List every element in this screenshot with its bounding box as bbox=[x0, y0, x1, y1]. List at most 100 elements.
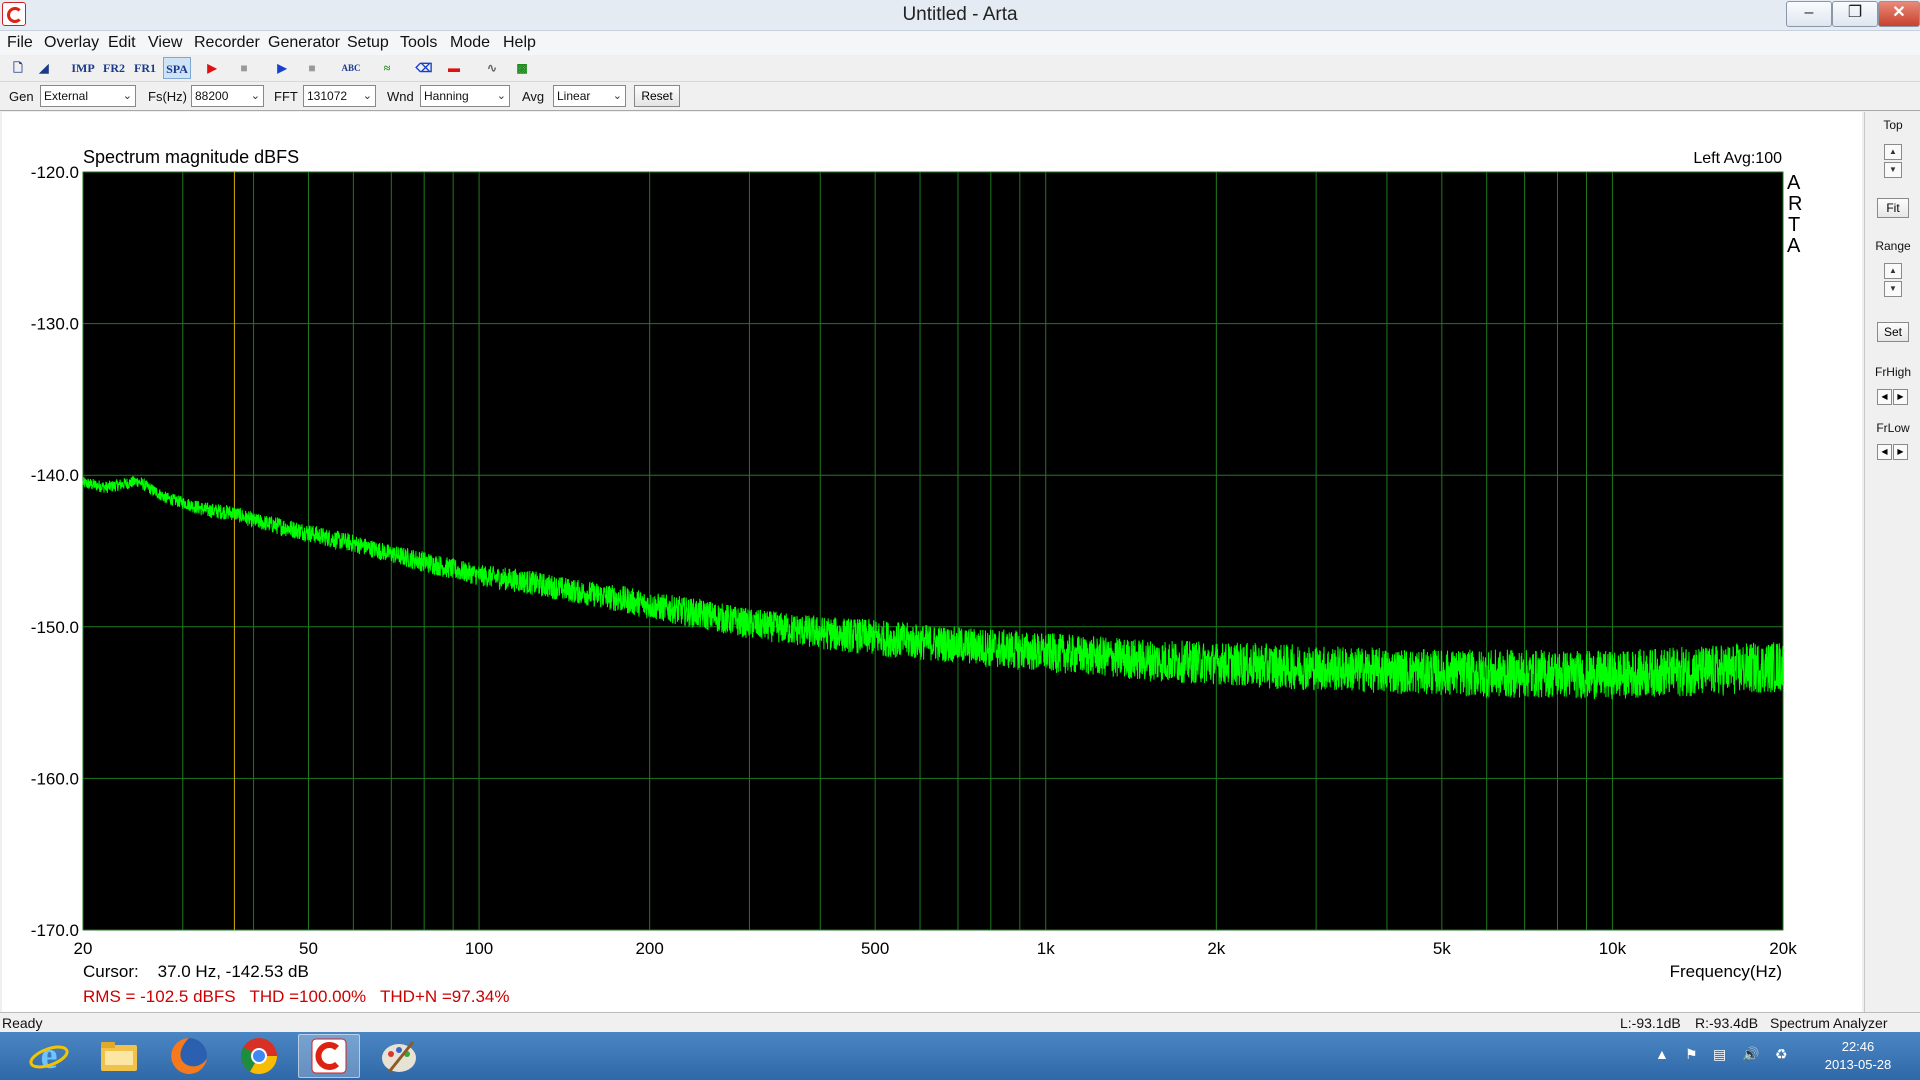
stop-generator-icon[interactable]: ■ bbox=[300, 57, 324, 79]
top-label: Top bbox=[1883, 118, 1903, 132]
status-mode: Spectrum Analyzer bbox=[1770, 1015, 1888, 1031]
volume-icon[interactable]: 🔊 bbox=[1742, 1046, 1759, 1063]
frhigh-left-button[interactable]: ◀ bbox=[1877, 389, 1892, 405]
set-button[interactable]: Set bbox=[1877, 322, 1909, 342]
open-file-icon[interactable]: ◢ bbox=[32, 57, 56, 79]
network-icon[interactable]: ▤ bbox=[1713, 1046, 1726, 1063]
title-bar: Untitled - Arta – ❐ ✕ bbox=[0, 0, 1920, 31]
chevron-down-icon: ⌄ bbox=[362, 90, 372, 102]
paint-icon[interactable] bbox=[368, 1034, 430, 1078]
chrome-icon[interactable] bbox=[228, 1034, 290, 1078]
menu-help[interactable]: Help bbox=[503, 34, 536, 52]
system-clock[interactable]: 22:46 2013-05-28 bbox=[1818, 1038, 1898, 1074]
menu-generator[interactable]: Generator bbox=[268, 34, 340, 52]
stop-record-icon[interactable]: ■ bbox=[232, 57, 256, 79]
x-tick-label: 500 bbox=[861, 939, 889, 958]
close-button[interactable]: ✕ bbox=[1878, 1, 1920, 27]
clock-date: 2013-05-28 bbox=[1824, 1057, 1892, 1072]
arta-letter-a2: A bbox=[1787, 235, 1801, 257]
top-down-button[interactable]: ▼ bbox=[1884, 162, 1902, 178]
menu-mode[interactable]: Mode bbox=[450, 34, 490, 52]
x-axis-label: Frequency(Hz) bbox=[1670, 962, 1782, 981]
y-tick-label: -170.0 bbox=[31, 921, 79, 940]
channel-average-label: Left Avg:100 bbox=[1693, 150, 1782, 167]
spectrum-chart[interactable]: -120.0 -130.0 -140.0 -150.0 -160.0 -170.020 50… bbox=[2, 112, 1862, 1012]
menu-recorder[interactable]: Recorder bbox=[194, 34, 260, 52]
x-tick-label: 10k bbox=[1599, 939, 1627, 958]
gen-label: Gen bbox=[9, 89, 34, 104]
avg-value: Linear bbox=[557, 89, 591, 103]
avg-label: Avg bbox=[522, 89, 545, 104]
arta-taskbar-icon[interactable] bbox=[298, 1034, 360, 1078]
scale-control-panel: Top ▲ ▼ Fit Range ▲ ▼ Set FrHigh ◀ ▶ FrL… bbox=[1864, 112, 1920, 1012]
range-down-button[interactable]: ▼ bbox=[1884, 281, 1902, 297]
gen-value: External bbox=[44, 89, 89, 103]
right-level: R:-93.4dB bbox=[1695, 1015, 1759, 1031]
show-hidden-icons-icon[interactable]: ▲ bbox=[1655, 1046, 1669, 1062]
y-tick-label: -150.0 bbox=[31, 618, 79, 637]
chevron-down-icon: ⌄ bbox=[250, 90, 260, 102]
menu-tools[interactable]: Tools bbox=[400, 34, 437, 52]
fr1-mode-button[interactable]: FR1 bbox=[132, 57, 158, 79]
avg-select[interactable]: Linear ⌄ bbox=[553, 85, 626, 107]
fr2-mode-button[interactable]: FR2 bbox=[101, 57, 127, 79]
x-tick-label: 5k bbox=[1433, 939, 1451, 958]
firefox-icon[interactable] bbox=[158, 1034, 220, 1078]
menu-setup[interactable]: Setup bbox=[347, 34, 389, 52]
frlow-label: FrLow bbox=[1876, 421, 1910, 435]
probe-icon[interactable]: ⌫ bbox=[412, 57, 436, 79]
menu-edit[interactable]: Edit bbox=[108, 34, 136, 52]
range-label: Range bbox=[1875, 239, 1911, 253]
status-ready: Ready bbox=[2, 1015, 43, 1031]
chevron-down-icon: ⌄ bbox=[122, 90, 132, 102]
x-tick-label: 50 bbox=[299, 939, 318, 958]
waveform-icon[interactable]: ≈ bbox=[375, 57, 399, 79]
new-file-icon[interactable]: 🗋 bbox=[6, 57, 30, 79]
restore-button[interactable]: ❐ bbox=[1832, 1, 1878, 27]
frlow-right-button[interactable]: ▶ bbox=[1893, 444, 1908, 460]
left-level: L:-93.1dB bbox=[1620, 1015, 1681, 1031]
wnd-select[interactable]: Hanning ⌄ bbox=[420, 85, 510, 107]
menu-file[interactable]: File bbox=[7, 34, 33, 52]
wnd-label: Wnd bbox=[387, 89, 414, 104]
measurement-readout: RMS = -102.5 dBFS THD =100.00% THD+N =97… bbox=[83, 987, 509, 1006]
abc-icon[interactable]: ABC bbox=[338, 57, 364, 79]
tray-app-icon[interactable]: ♻ bbox=[1775, 1046, 1788, 1063]
spectrum-plot-area[interactable]: -120.0 -130.0 -140.0 -150.0 -160.0 -170.0 20 50… bbox=[2, 112, 1862, 1012]
impulse-mode-button[interactable]: IMP bbox=[70, 57, 96, 79]
arta-letter-r: R bbox=[1788, 193, 1802, 215]
x-tick-label: 20 bbox=[74, 939, 93, 958]
chevron-down-icon: ⌄ bbox=[612, 90, 622, 102]
play-generator-icon[interactable]: ▶ bbox=[270, 57, 294, 79]
reset-button[interactable]: Reset bbox=[634, 85, 680, 107]
minimize-button[interactable]: – bbox=[1786, 1, 1832, 27]
spectrum-mode-button[interactable]: SPA bbox=[163, 57, 191, 79]
frhigh-right-button[interactable]: ▶ bbox=[1893, 389, 1908, 405]
file-explorer-icon[interactable] bbox=[88, 1034, 150, 1078]
range-up-button[interactable]: ▲ bbox=[1884, 263, 1902, 279]
scope-icon[interactable]: ∿ bbox=[480, 57, 504, 79]
level-meter-icon[interactable]: ▬ bbox=[442, 57, 466, 79]
signal-icon[interactable]: ▩ bbox=[510, 57, 534, 79]
plot-background bbox=[82, 171, 1784, 931]
frlow-left-button[interactable]: ◀ bbox=[1877, 444, 1892, 460]
top-up-button[interactable]: ▲ bbox=[1884, 144, 1902, 160]
fit-button[interactable]: Fit bbox=[1877, 198, 1909, 218]
internet-explorer-icon[interactable]: e bbox=[18, 1034, 80, 1078]
action-center-flag-icon[interactable]: ⚑ bbox=[1685, 1046, 1698, 1063]
y-tick-label: -160.0 bbox=[31, 769, 79, 788]
fft-value: 131072 bbox=[307, 89, 348, 103]
fs-select[interactable]: 88200 ⌄ bbox=[191, 85, 264, 107]
chevron-down-icon: ⌄ bbox=[496, 90, 506, 102]
arta-letter-a: A bbox=[1787, 172, 1801, 194]
y-tick-label: -140.0 bbox=[31, 466, 79, 485]
gen-select[interactable]: External ⌄ bbox=[40, 85, 136, 107]
status-bar: Ready L:-93.1dB R:-93.4dB Spectrum Analy… bbox=[0, 1012, 1920, 1033]
menu-view[interactable]: View bbox=[148, 34, 182, 52]
menu-bar: File Overlay Edit View Recorder Generato… bbox=[0, 31, 1920, 55]
arta-letter-t: T bbox=[1788, 214, 1800, 236]
fft-select[interactable]: 131072 ⌄ bbox=[303, 85, 376, 107]
record-icon[interactable]: ▶ bbox=[200, 57, 224, 79]
menu-overlay[interactable]: Overlay bbox=[44, 34, 99, 52]
x-tick-label: 20k bbox=[1769, 939, 1797, 958]
